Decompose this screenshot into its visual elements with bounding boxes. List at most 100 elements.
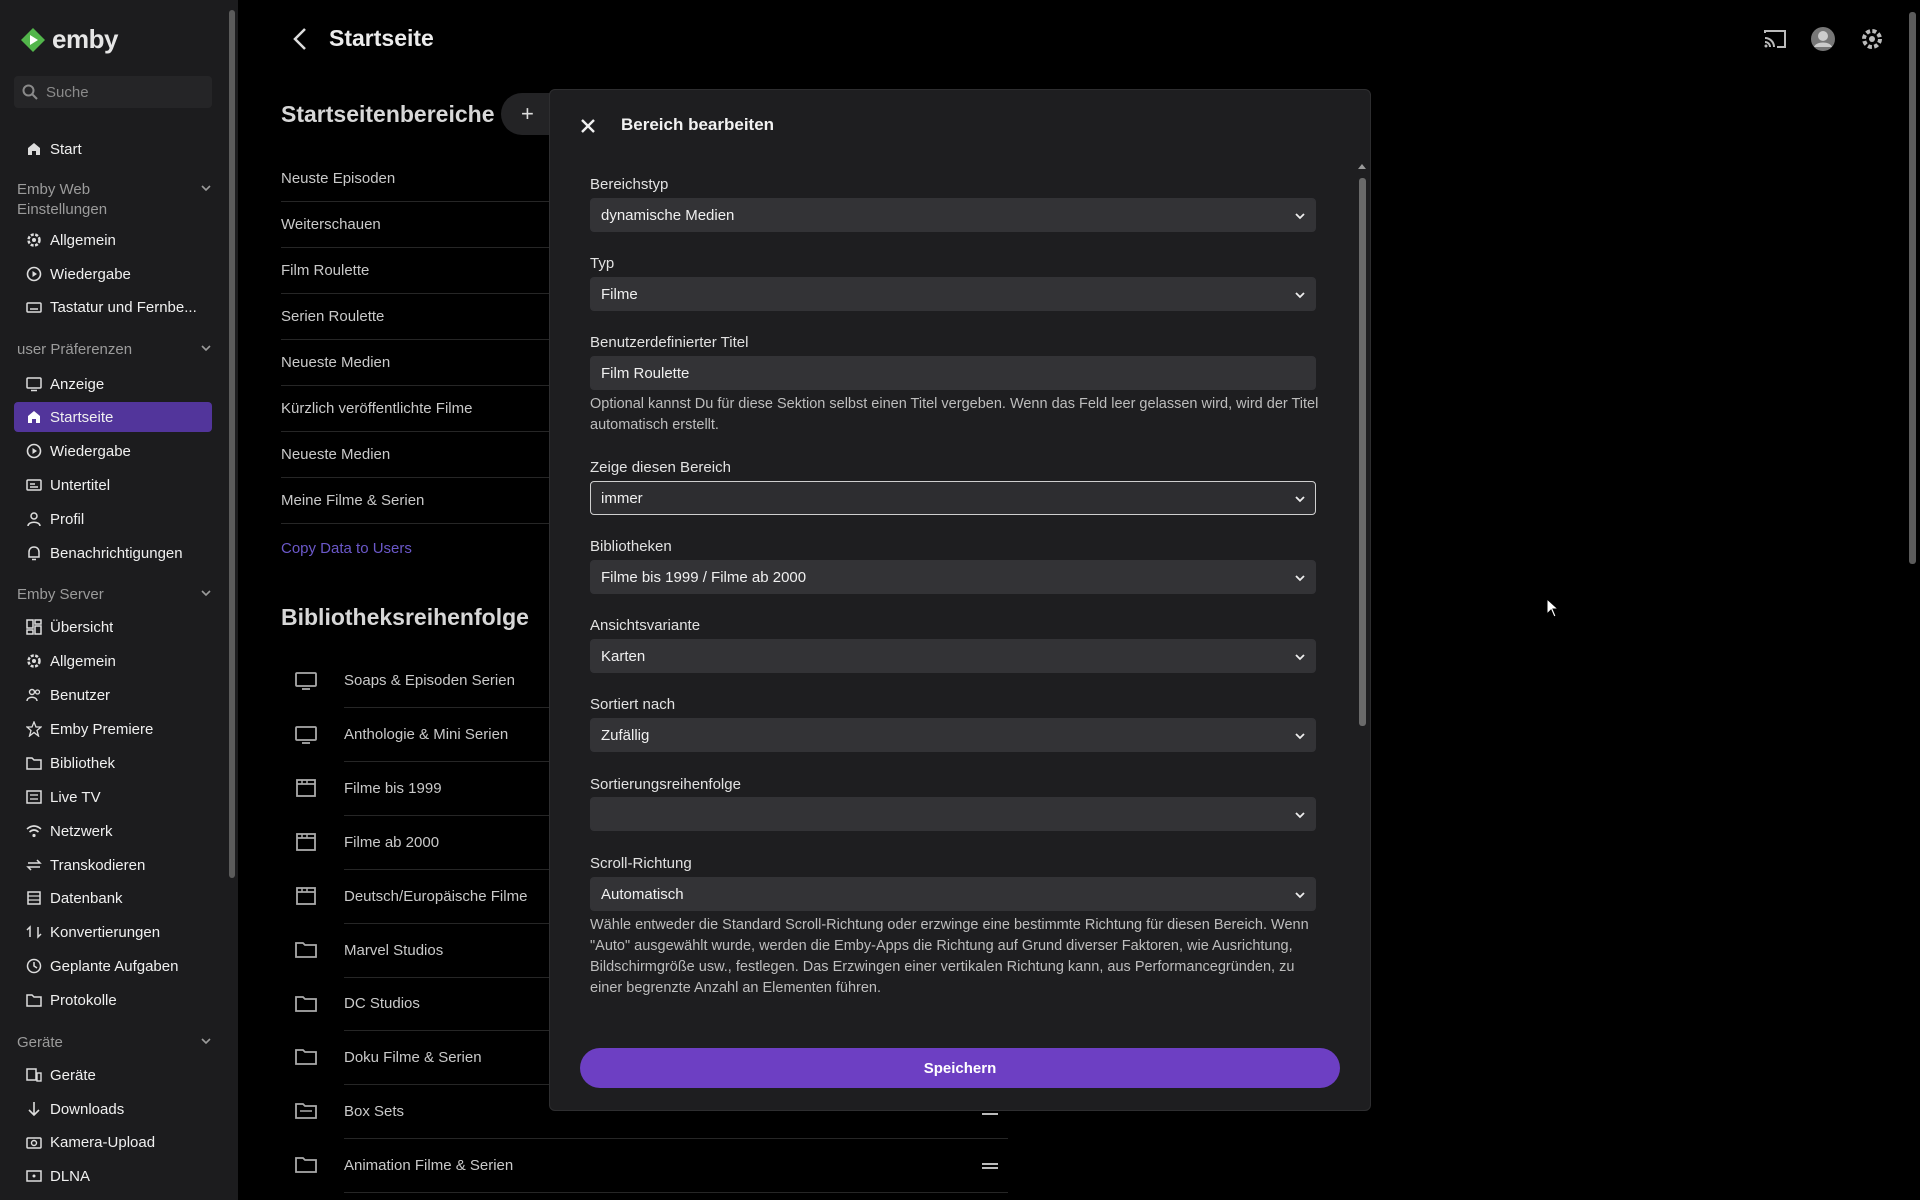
- dialog-scrollbar[interactable]: [1359, 178, 1366, 726]
- sidebar-item-tastatur[interactable]: Tastatur und Fernbe...: [14, 292, 212, 322]
- add-section-button[interactable]: +: [501, 93, 555, 135]
- show-section-select[interactable]: immer: [590, 481, 1316, 515]
- devices-icon: [26, 1067, 42, 1083]
- sidebar-item-konvertierungen[interactable]: Konvertierungen: [14, 917, 212, 947]
- sidebar-item-label: Benachrichtigungen: [50, 544, 183, 562]
- chevron-down-icon: [1295, 575, 1305, 582]
- sidebar-item-label: Untertitel: [50, 476, 111, 494]
- sidebar-item-wiedergabe[interactable]: Wiedergabe: [14, 259, 212, 289]
- sidebar-item-label: Tastatur und Fernbe...: [50, 298, 197, 316]
- sidebar-item-datenbank[interactable]: Datenbank: [14, 883, 212, 913]
- save-button[interactable]: Speichern: [580, 1048, 1340, 1088]
- sidebar-item-allgemein[interactable]: Allgemein: [14, 225, 212, 255]
- section-row[interactable]: Film Roulette: [281, 248, 551, 294]
- movie-icon: [296, 887, 316, 905]
- group-title: user Präferenzen: [17, 341, 133, 358]
- section-type-select[interactable]: dynamische Medien: [590, 198, 1316, 232]
- sidebar-item-transkodieren[interactable]: Transkodieren: [14, 850, 212, 880]
- group-header-web[interactable]: Emby Web Einstellungen: [17, 180, 212, 220]
- copy-data-link[interactable]: Copy Data to Users: [281, 540, 412, 557]
- section-row[interactable]: Neueste Medien: [281, 340, 551, 386]
- sidebar-item-dlna[interactable]: DLNA: [14, 1161, 212, 1191]
- sort-order-select[interactable]: [590, 797, 1316, 831]
- sidebar-item-wiedergabe-user[interactable]: Wiedergabe: [14, 436, 212, 466]
- section-row[interactable]: Neuste Episoden: [281, 156, 551, 202]
- sidebar-item-protokolle[interactable]: Protokolle: [14, 985, 212, 1015]
- group-header-server[interactable]: Emby Server: [17, 585, 212, 605]
- custom-title-input[interactable]: Film Roulette: [590, 356, 1316, 390]
- chevron-down-icon: [1295, 733, 1305, 740]
- sidebar-item-start[interactable]: Start: [14, 134, 212, 164]
- sidebar-item-label: Anzeige: [50, 375, 105, 393]
- sidebar-item-livetv[interactable]: Live TV: [14, 782, 212, 812]
- sidebar-item-label: Benutzer: [50, 686, 111, 704]
- scroll-direction-select[interactable]: Automatisch: [590, 877, 1316, 911]
- search-input[interactable]: [46, 83, 196, 101]
- folder-icon: [295, 1049, 317, 1065]
- view-variant-select[interactable]: Karten: [590, 639, 1316, 673]
- group-header-user[interactable]: user Präferenzen: [17, 340, 212, 360]
- library-row[interactable]: Animation Filme & Serien: [344, 1139, 1008, 1193]
- sidebar-item-anzeige[interactable]: Anzeige: [14, 369, 212, 399]
- convert-icon: [26, 924, 42, 940]
- scroll-up-arrow-icon[interactable]: [1358, 164, 1366, 169]
- search-box[interactable]: [14, 76, 212, 108]
- section-row[interactable]: Weiterschauen: [281, 202, 551, 248]
- sidebar-item-netzwerk[interactable]: Netzwerk: [14, 816, 212, 846]
- sidebar-item-label: Kamera-Upload: [50, 1133, 156, 1151]
- sort-by-select[interactable]: Zufällig: [590, 718, 1316, 752]
- sidebar-item-label: Datenbank: [50, 889, 123, 907]
- close-icon[interactable]: [579, 117, 597, 135]
- libraries-select[interactable]: Filme bis 1999 / Filme ab 2000: [590, 560, 1316, 594]
- select-value: Filme: [601, 285, 638, 303]
- sidebar-item-downloads[interactable]: Downloads: [14, 1094, 212, 1124]
- sidebar-item-uebersicht[interactable]: Übersicht: [14, 612, 212, 642]
- sidebar-scrollbar[interactable]: [229, 10, 235, 878]
- section-row[interactable]: Serien Roulette: [281, 294, 551, 340]
- field-label: Sortierungsreihenfolge: [590, 776, 741, 793]
- play-circle-icon: [26, 443, 42, 459]
- avatar[interactable]: [1810, 26, 1836, 52]
- sidebar-item-startseite[interactable]: Startseite: [14, 402, 212, 432]
- cast-icon[interactable]: [1762, 26, 1788, 52]
- sidebar-item-benutzer[interactable]: Benutzer: [14, 680, 212, 710]
- play-circle-icon: [26, 266, 42, 282]
- settings-gear-icon[interactable]: [1859, 26, 1885, 52]
- chevron-down-icon: [201, 590, 211, 597]
- emby-logo-icon: [21, 27, 45, 52]
- chevron-down-icon: [1295, 213, 1305, 220]
- section-row[interactable]: Neueste Medien: [281, 432, 551, 478]
- sidebar-item-kamera-upload[interactable]: Kamera-Upload: [14, 1127, 212, 1157]
- home-icon: [26, 409, 42, 425]
- drag-handle-icon[interactable]: [982, 1163, 998, 1169]
- person-icon: [26, 511, 42, 527]
- sections-title: Startseitenbereiche: [281, 101, 495, 127]
- sidebar-item-benachrichtigungen[interactable]: Benachrichtigungen: [14, 538, 212, 568]
- main-scrollbar[interactable]: [1909, 12, 1916, 564]
- field-label: Bibliotheken: [590, 538, 672, 555]
- sidebar-item-untertitel[interactable]: Untertitel: [14, 470, 212, 500]
- type-select[interactable]: Filme: [590, 277, 1316, 311]
- group-title: Geräte: [17, 1034, 63, 1051]
- sidebar-item-allgemein-server[interactable]: Allgemein: [14, 646, 212, 676]
- library-name: Filme ab 2000: [344, 834, 440, 851]
- page-title: Startseite: [329, 25, 434, 51]
- library-name: Deutsch/Europäische Filme: [344, 888, 528, 905]
- sidebar: emby Start Emby Web Einstellungen Allgem…: [0, 0, 238, 1200]
- star-icon: [26, 721, 42, 737]
- sidebar-item-bibliothek[interactable]: Bibliothek: [14, 748, 212, 778]
- sidebar-item-geplante-aufgaben[interactable]: Geplante Aufgaben: [14, 951, 212, 981]
- wifi-icon: [26, 823, 42, 839]
- field-label: Typ: [590, 255, 615, 272]
- sidebar-item-profil[interactable]: Profil: [14, 504, 212, 534]
- group-header-devices[interactable]: Geräte: [17, 1033, 212, 1053]
- section-row[interactable]: Meine Filme & Serien: [281, 478, 551, 524]
- library-name: Anthologie & Mini Serien: [344, 726, 509, 743]
- select-value: Filme bis 1999 / Filme ab 2000: [601, 568, 807, 586]
- sidebar-item-premiere[interactable]: Emby Premiere: [14, 714, 212, 744]
- section-row[interactable]: Kürzlich veröffentlichte Filme: [281, 386, 551, 432]
- sidebar-item-label: Live TV: [50, 788, 101, 806]
- sidebar-item-geraete[interactable]: Geräte: [14, 1060, 212, 1090]
- back-arrow-icon[interactable]: [288, 26, 314, 52]
- emby-logo[interactable]: emby: [20, 24, 118, 55]
